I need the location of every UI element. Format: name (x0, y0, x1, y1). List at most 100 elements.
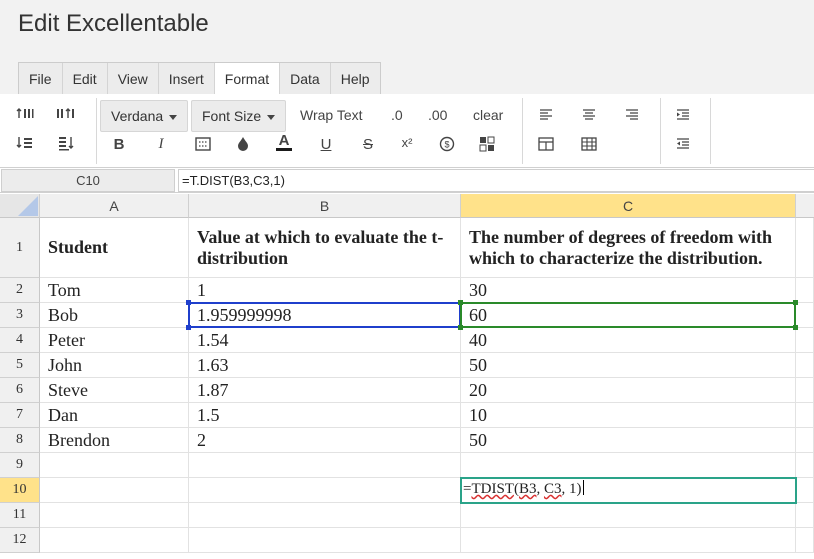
cell-d1[interactable] (796, 218, 814, 278)
column-header-c[interactable]: C (461, 194, 796, 218)
cell-a7[interactable]: Dan (40, 403, 189, 428)
cell-a12[interactable] (40, 528, 189, 553)
merge-cells-icon[interactable] (535, 133, 557, 155)
text-color-button[interactable]: A (273, 131, 295, 153)
cell-d3[interactable] (796, 303, 814, 328)
range-resize-handle[interactable] (458, 325, 463, 330)
cell-b5[interactable]: 1.63 (189, 353, 461, 378)
cell-d4[interactable] (796, 328, 814, 353)
cell-a10[interactable] (40, 478, 189, 503)
align-left-icon[interactable] (535, 104, 557, 126)
cell-b7[interactable]: 1.5 (189, 403, 461, 428)
superscript-button[interactable]: x² (396, 131, 418, 153)
cell-b10[interactable] (189, 478, 461, 503)
column-header-a[interactable]: A (40, 194, 189, 218)
cell-a5[interactable]: John (40, 353, 189, 378)
cell-c1[interactable]: The number of degrees of freedom with wh… (461, 218, 796, 278)
cell-b3[interactable]: 1.959999998 (189, 303, 461, 328)
cell-d11[interactable] (796, 503, 814, 528)
menu-file[interactable]: File (19, 63, 63, 95)
row-header-1[interactable]: 1 (0, 218, 40, 278)
indent-icon[interactable] (672, 104, 694, 126)
delete-column-icon[interactable] (55, 132, 77, 154)
wrap-text-button[interactable]: Wrap Text (300, 107, 363, 123)
cell-c9[interactable] (461, 453, 796, 478)
insert-column-icon[interactable] (55, 103, 77, 125)
cell-d6[interactable] (796, 378, 814, 403)
border-icon[interactable] (192, 133, 214, 155)
cell-d12[interactable] (796, 528, 814, 553)
cell-c7[interactable]: 10 (461, 403, 796, 428)
formula-input[interactable]: =T.DIST(B3,C3,1) (178, 169, 814, 192)
underline-button[interactable]: U (315, 133, 337, 155)
column-header-d[interactable] (796, 194, 814, 218)
cell-c6[interactable]: 20 (461, 378, 796, 403)
bold-button[interactable]: B (108, 133, 130, 155)
cell-b11[interactable] (189, 503, 461, 528)
italic-button[interactable]: I (150, 133, 172, 155)
cell-a1[interactable]: Student (40, 218, 189, 278)
column-header-b[interactable]: B (189, 194, 461, 218)
cell-c2[interactable]: 30 (461, 278, 796, 303)
cell-a4[interactable]: Peter (40, 328, 189, 353)
row-header-6[interactable]: 6 (0, 378, 40, 403)
cell-b6[interactable]: 1.87 (189, 378, 461, 403)
row-header-12[interactable]: 12 (0, 528, 40, 553)
cell-d10[interactable] (796, 478, 814, 503)
cell-c8[interactable]: 50 (461, 428, 796, 453)
range-resize-handle[interactable] (793, 325, 798, 330)
cell-a9[interactable] (40, 453, 189, 478)
fill-color-icon[interactable] (232, 133, 254, 155)
row-header-8[interactable]: 8 (0, 428, 40, 453)
cell-a11[interactable] (40, 503, 189, 528)
cell-a8[interactable]: Brendon (40, 428, 189, 453)
cell-c12[interactable] (461, 528, 796, 553)
cell-d9[interactable] (796, 453, 814, 478)
row-header-9[interactable]: 9 (0, 453, 40, 478)
menu-help[interactable]: Help (330, 63, 380, 95)
insert-row-above-icon[interactable] (14, 103, 36, 125)
cell-a3[interactable]: Bob (40, 303, 189, 328)
cell-a2[interactable]: Tom (40, 278, 189, 303)
row-header-7[interactable]: 7 (0, 403, 40, 428)
align-center-icon[interactable] (578, 104, 600, 126)
row-header-4[interactable]: 4 (0, 328, 40, 353)
cell-b1[interactable]: Value at which to evaluate the t-distrib… (189, 218, 461, 278)
currency-icon[interactable]: $ (436, 133, 458, 155)
cell-c3[interactable]: 60 (461, 303, 796, 328)
menu-edit[interactable]: Edit (62, 63, 108, 95)
cell-c4[interactable]: 40 (461, 328, 796, 353)
cell-a6[interactable]: Steve (40, 378, 189, 403)
menu-data[interactable]: Data (280, 63, 331, 95)
row-header-3[interactable]: 3 (0, 303, 40, 328)
cell-c11[interactable] (461, 503, 796, 528)
cell-c5[interactable]: 50 (461, 353, 796, 378)
menu-view[interactable]: View (107, 63, 159, 95)
row-header-5[interactable]: 5 (0, 353, 40, 378)
range-resize-handle[interactable] (793, 300, 798, 305)
cell-b9[interactable] (189, 453, 461, 478)
cell-b8[interactable]: 2 (189, 428, 461, 453)
cell-d7[interactable] (796, 403, 814, 428)
font-size-dropdown[interactable]: Font Size (191, 100, 287, 132)
row-header-11[interactable]: 11 (0, 503, 40, 528)
cell-d8[interactable] (796, 428, 814, 453)
cell-b12[interactable] (189, 528, 461, 553)
cell-b4[interactable]: 1.54 (189, 328, 461, 353)
increase-decimal-button[interactable]: .00 (428, 107, 447, 123)
number-format-icon[interactable] (476, 133, 498, 155)
font-family-dropdown[interactable]: Verdana (100, 100, 189, 132)
cell-d2[interactable] (796, 278, 814, 303)
delete-row-icon[interactable] (14, 132, 36, 154)
range-resize-handle[interactable] (186, 325, 191, 330)
row-header-10[interactable]: 10 (0, 478, 40, 503)
row-header-2[interactable]: 2 (0, 278, 40, 303)
clear-format-button[interactable]: clear (473, 107, 503, 123)
cell-d5[interactable] (796, 353, 814, 378)
decrease-decimal-button[interactable]: .0 (391, 107, 403, 123)
range-resize-handle[interactable] (186, 300, 191, 305)
outdent-icon[interactable] (672, 133, 694, 155)
table-icon[interactable] (578, 133, 600, 155)
cell-editor-c10[interactable]: =TDIST(B3, C3, 1) (460, 477, 797, 504)
menu-format[interactable]: Format (214, 63, 281, 96)
